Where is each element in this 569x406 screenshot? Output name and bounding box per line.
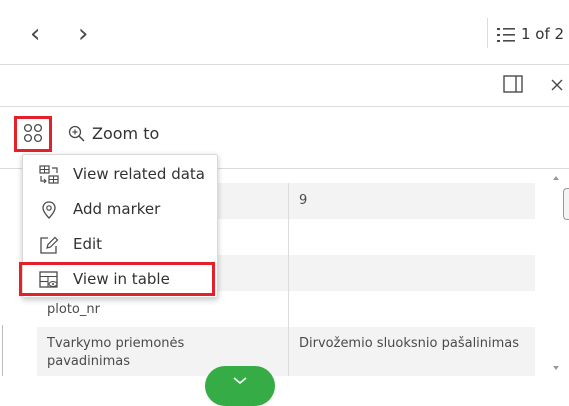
menu-item-edit[interactable]: Edit [23,227,217,261]
chevron-down-icon [232,370,248,385]
menu-item-view-related-data[interactable]: View related data [23,157,217,191]
scrollbar-up-arrow[interactable] [553,176,559,180]
feature-list-icon[interactable] [496,26,516,44]
dock-row-divider [0,106,569,107]
menu-item-add-marker[interactable]: Add marker [23,192,217,226]
menu-item-label: View related data [73,165,205,183]
view-in-table-highlight [19,262,215,296]
related-data-icon [39,165,59,185]
close-icon[interactable] [550,77,564,91]
row-field: ploto_nr [47,302,100,317]
zoom-to-button[interactable]: Zoom to [68,123,178,145]
header-divider [0,64,569,65]
dock-icon[interactable] [503,75,523,93]
next-feature-button[interactable]: › [78,21,88,47]
previous-feature-button[interactable]: ‹ [30,21,40,47]
menu-item-label: Edit [73,235,103,253]
row-field-line-2: pavadinimas [47,354,130,369]
column-divider [288,183,289,376]
options-icon[interactable] [23,123,43,143]
row-field-line-1: Tvarkymo priemonės [47,336,185,351]
feature-counter: 1 of 2 [521,25,565,43]
edit-icon [39,235,59,255]
scrollbar-down-arrow[interactable] [553,366,559,370]
zoom-to-label: Zoom to [92,124,160,143]
row-value: 9 [299,193,308,208]
top-nav-bar: ‹ › 1 of 2 [0,0,569,64]
panel-left-border [2,325,3,376]
menu-item-label: Add marker [73,200,161,218]
nav-divider [487,18,488,48]
expand-fab-button[interactable] [205,366,275,406]
marker-icon [39,200,59,220]
zoom-in-icon [68,125,86,143]
row-value: Dirvožemio sluoksnio pašalinimas [299,336,520,351]
scrollbar-thumb[interactable] [563,188,569,220]
table-row: Tvarkymo priemonės pavadinimas Dirvožemi… [37,327,535,376]
